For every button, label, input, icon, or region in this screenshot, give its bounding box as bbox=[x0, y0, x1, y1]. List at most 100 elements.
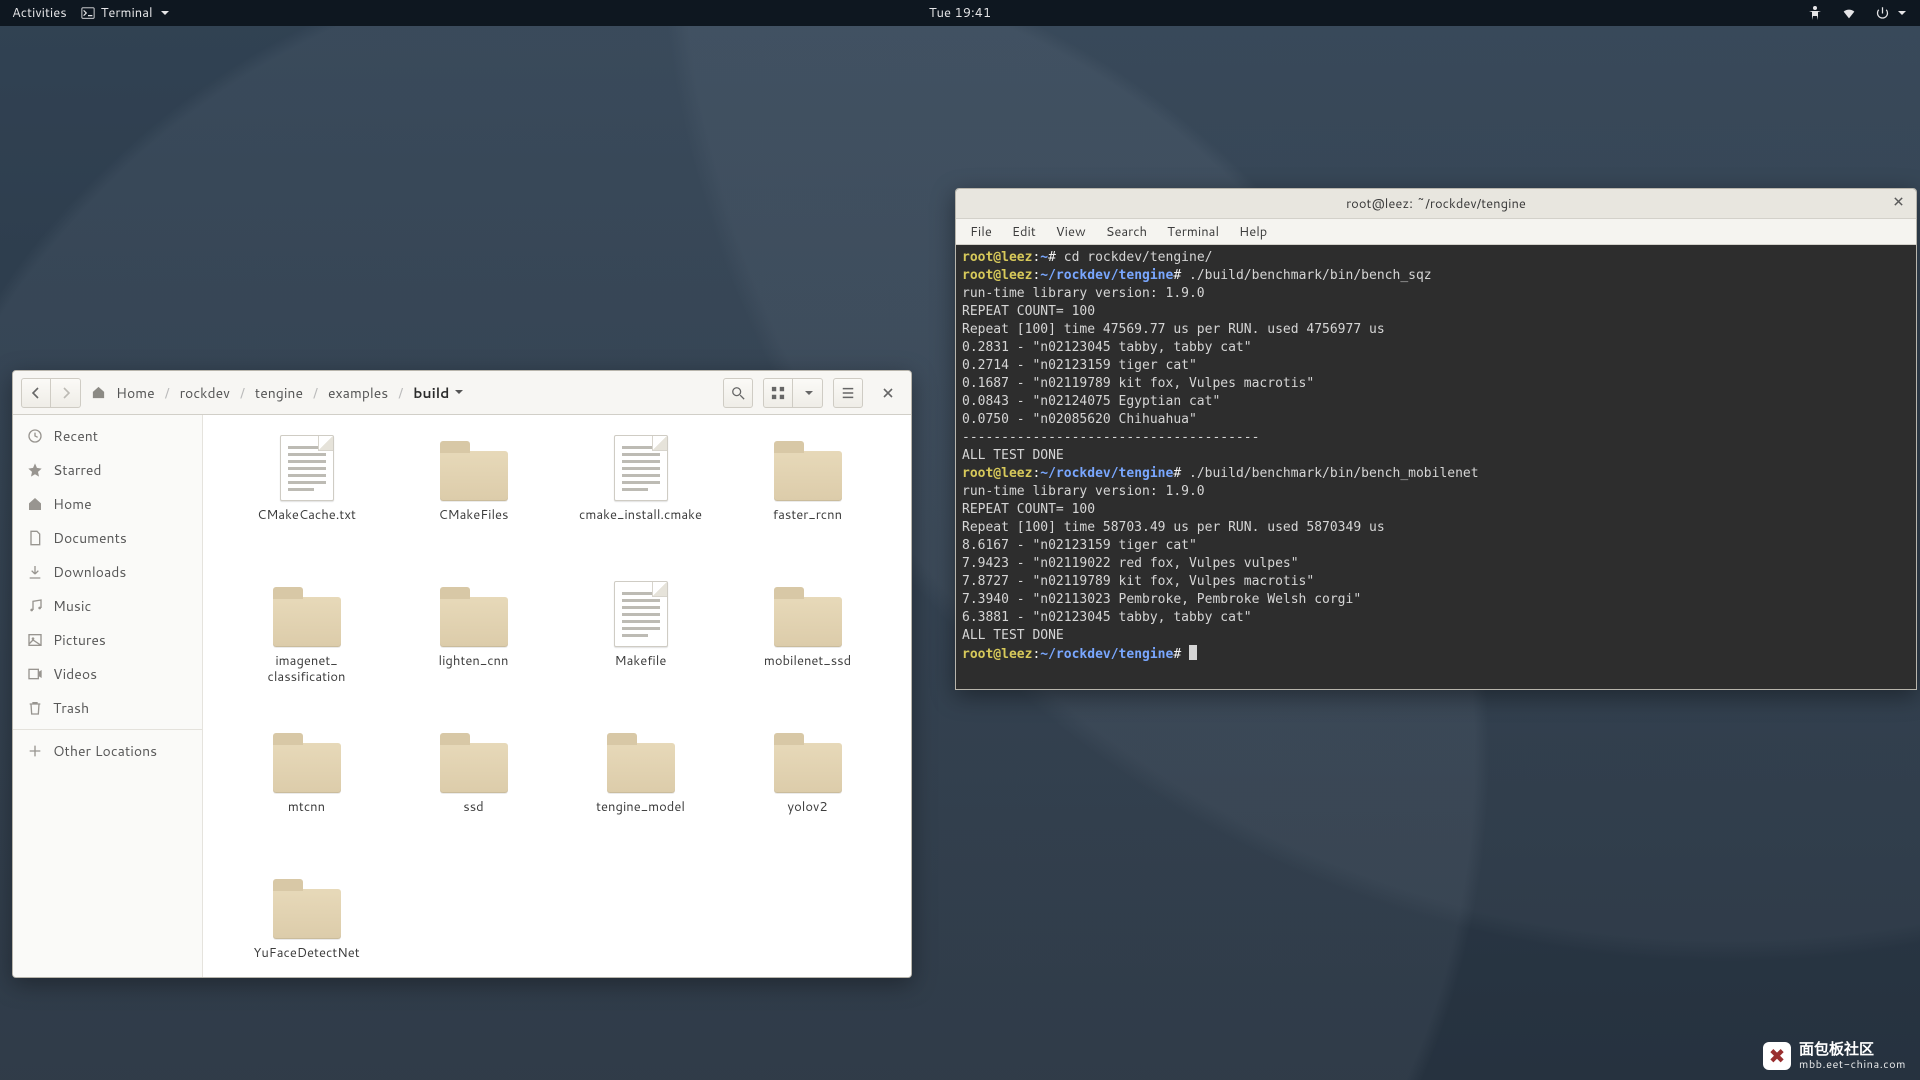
sidebar-item-other-locations[interactable]: Other Locations bbox=[13, 734, 202, 768]
crumb-build[interactable]: build bbox=[407, 379, 469, 407]
terminal-menubar: File Edit View Search Terminal Help bbox=[956, 219, 1916, 245]
sidebar-item-videos[interactable]: Videos bbox=[13, 657, 202, 691]
sidebar-item-starred[interactable]: Starred bbox=[13, 453, 202, 487]
item-label: tengine_model bbox=[596, 799, 685, 815]
appmenu-label: Terminal bbox=[101, 4, 153, 22]
menu-view[interactable]: View bbox=[1048, 220, 1094, 244]
chevron-right-icon bbox=[60, 387, 72, 399]
sidebar-item-trash[interactable]: Trash bbox=[13, 691, 202, 725]
terminal-output[interactable]: root@leez:~# cd rockdev/tengine/ root@le… bbox=[956, 245, 1916, 689]
folder-item[interactable]: faster_rcnn bbox=[728, 433, 888, 573]
folder-item[interactable]: YuFaceDetectNet bbox=[227, 871, 387, 978]
clock-label[interactable]: Tue 19:41 bbox=[929, 4, 991, 22]
sidebar-item-documents[interactable]: Documents bbox=[13, 521, 202, 555]
folder-icon bbox=[271, 871, 343, 939]
terminal-titlebar[interactable]: root@leez: ~/rockdev/tengine bbox=[956, 189, 1916, 219]
file-item[interactable]: Makefile bbox=[561, 579, 721, 719]
item-label: yolov2 bbox=[787, 799, 827, 815]
close-button[interactable] bbox=[1888, 194, 1908, 214]
power-icon bbox=[1875, 6, 1890, 21]
crumb-tengine[interactable]: tengine bbox=[249, 379, 309, 407]
document-icon bbox=[605, 433, 677, 501]
sidebar-item-home[interactable]: Home bbox=[13, 487, 202, 521]
trash-icon bbox=[27, 700, 43, 716]
chevron-down-icon bbox=[1898, 11, 1906, 19]
folder-item[interactable]: tengine_model bbox=[561, 725, 721, 865]
forward-button[interactable] bbox=[51, 378, 81, 408]
folder-item[interactable]: ssd bbox=[394, 725, 554, 865]
file-item[interactable]: cmake_install.cmake bbox=[561, 433, 721, 573]
crumb-rockdev[interactable]: rockdev bbox=[174, 379, 236, 407]
folder-item[interactable]: lighten_cnn bbox=[394, 579, 554, 719]
back-button[interactable] bbox=[21, 378, 51, 408]
sidebar-item-recent[interactable]: Recent bbox=[13, 419, 202, 453]
watermark-url: mbb.eet-china.com bbox=[1799, 1058, 1906, 1070]
grid-icon bbox=[771, 386, 785, 400]
sidebar-item-music[interactable]: Music bbox=[13, 589, 202, 623]
item-label: Makefile bbox=[615, 653, 667, 669]
video-icon bbox=[27, 666, 43, 682]
folder-icon bbox=[605, 725, 677, 793]
crumb-home[interactable]: Home bbox=[110, 379, 161, 407]
home-icon bbox=[27, 496, 43, 512]
menu-file[interactable]: File bbox=[962, 220, 1000, 244]
folder-icon bbox=[438, 433, 510, 501]
item-label: YuFaceDetectNet bbox=[253, 945, 359, 961]
image-icon bbox=[27, 632, 43, 648]
item-label: mobilenet_ssd bbox=[764, 653, 851, 669]
files-window: Home / rockdev / tengine / examples / bu… bbox=[12, 370, 912, 978]
view-grid-button[interactable] bbox=[763, 378, 793, 408]
files-toolbar: Home / rockdev / tengine / examples / bu… bbox=[13, 371, 911, 415]
network-wifi-icon[interactable] bbox=[1841, 5, 1857, 21]
view-options-button[interactable] bbox=[793, 378, 823, 408]
search-button[interactable] bbox=[723, 378, 753, 408]
item-label: faster_rcnn bbox=[773, 507, 842, 523]
sidebar-item-downloads[interactable]: Downloads bbox=[13, 555, 202, 589]
item-label: imagenet_ classification bbox=[267, 653, 345, 686]
watermark: ✖ 面包板社区 mbb.eet-china.com bbox=[1763, 1041, 1906, 1070]
folder-icon bbox=[438, 725, 510, 793]
folder-icon bbox=[772, 725, 844, 793]
plus-icon bbox=[27, 743, 43, 759]
menu-edit[interactable]: Edit bbox=[1004, 220, 1044, 244]
chevron-down-icon bbox=[161, 11, 169, 19]
menu-terminal[interactable]: Terminal bbox=[1159, 220, 1227, 244]
item-label: CMakeFiles bbox=[438, 507, 508, 523]
file-grid[interactable]: CMakeCache.txt CMakeFiles cmake_install.cm… bbox=[203, 415, 911, 977]
breadcrumb: Home / rockdev / tengine / examples / bu… bbox=[91, 379, 469, 407]
system-menu-button[interactable] bbox=[1875, 6, 1906, 21]
terminal-title-text: root@leez: ~/rockdev/tengine bbox=[1346, 195, 1526, 213]
accessibility-icon[interactable] bbox=[1807, 5, 1823, 21]
folder-icon bbox=[438, 579, 510, 647]
files-sidebar: Recent Starred Home Documents Downloads … bbox=[13, 415, 203, 977]
folder-icon bbox=[271, 725, 343, 793]
folder-icon bbox=[271, 579, 343, 647]
home-icon bbox=[91, 385, 106, 400]
download-icon bbox=[27, 564, 43, 580]
chevron-down-icon bbox=[805, 391, 813, 399]
folder-item[interactable]: CMakeFiles bbox=[394, 433, 554, 573]
folder-item[interactable]: mtcnn bbox=[227, 725, 387, 865]
appmenu-button[interactable]: Terminal bbox=[81, 4, 169, 22]
menu-search[interactable]: Search bbox=[1098, 220, 1155, 244]
crumb-examples[interactable]: examples bbox=[322, 379, 394, 407]
watermark-logo-icon: ✖ bbox=[1763, 1042, 1791, 1070]
nav-buttons bbox=[21, 378, 81, 408]
activities-button[interactable]: Activities bbox=[12, 4, 67, 22]
star-icon bbox=[27, 462, 43, 478]
hamburger-menu-button[interactable] bbox=[833, 378, 863, 408]
folder-item[interactable]: yolov2 bbox=[728, 725, 888, 865]
search-icon bbox=[731, 386, 745, 400]
music-icon bbox=[27, 598, 43, 614]
menu-help[interactable]: Help bbox=[1231, 220, 1275, 244]
file-item[interactable]: CMakeCache.txt bbox=[227, 433, 387, 573]
folder-item[interactable]: imagenet_ classification bbox=[227, 579, 387, 719]
item-label: ssd bbox=[463, 799, 483, 815]
sidebar-item-pictures[interactable]: Pictures bbox=[13, 623, 202, 657]
item-label: CMakeCache.txt bbox=[257, 507, 356, 523]
terminal-icon bbox=[81, 6, 95, 20]
close-button[interactable] bbox=[873, 378, 903, 408]
chevron-down-icon bbox=[455, 390, 463, 398]
folder-item[interactable]: mobilenet_ssd bbox=[728, 579, 888, 719]
gnome-top-bar: Activities Terminal Tue 19:41 bbox=[0, 0, 1920, 26]
